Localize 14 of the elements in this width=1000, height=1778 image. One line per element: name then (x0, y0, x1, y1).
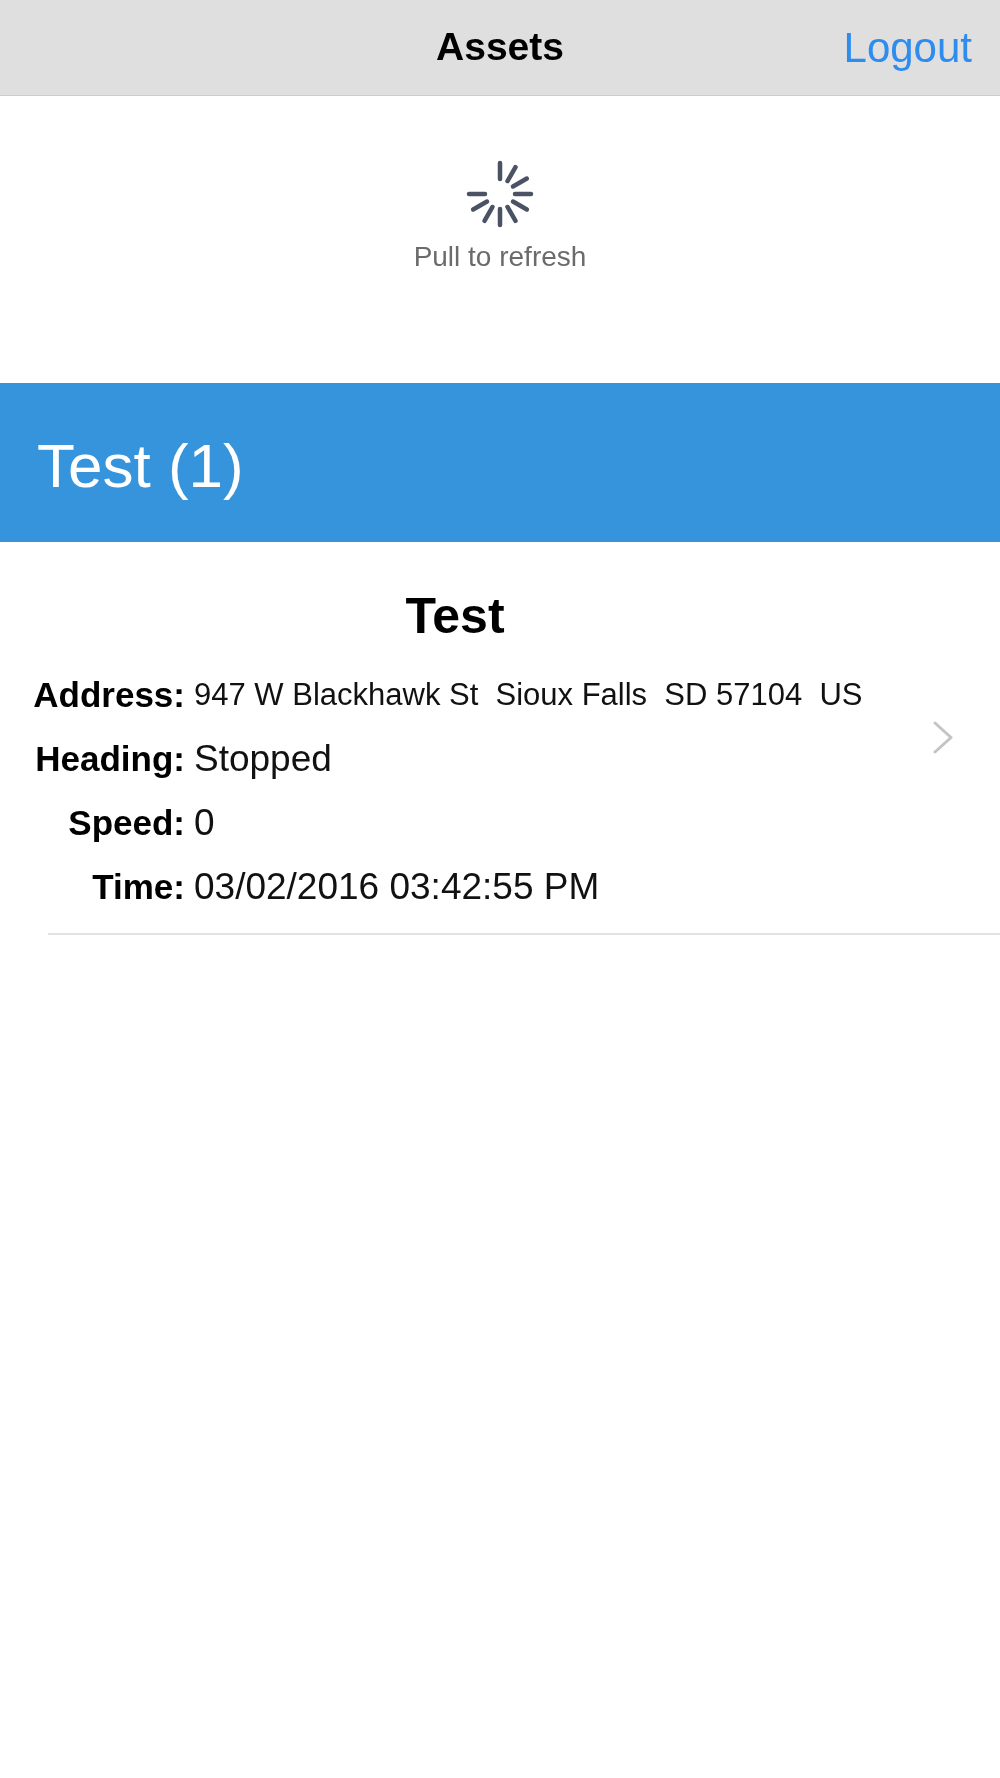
address-label: Address: (32, 674, 185, 716)
chevron-right-icon (933, 721, 953, 754)
asset-name: Test (405, 587, 505, 646)
speed-value: 0 (194, 801, 216, 845)
heading-label: Heading: (34, 738, 185, 780)
nav-title: Assets (436, 24, 564, 71)
heading-value: Stopped (194, 737, 333, 781)
group-title: Test (1) (37, 429, 244, 502)
pull-to-refresh-label: Pull to refresh (413, 241, 587, 273)
address-value: 947 W Blackhawk St Sioux Falls SD 57104 US (194, 676, 864, 714)
time-value: 03/02/2016 03:42:55 PM (194, 865, 601, 909)
time-label: Time: (91, 866, 185, 908)
spinner-icon (465, 159, 535, 229)
speed-label: Speed: (67, 802, 185, 844)
